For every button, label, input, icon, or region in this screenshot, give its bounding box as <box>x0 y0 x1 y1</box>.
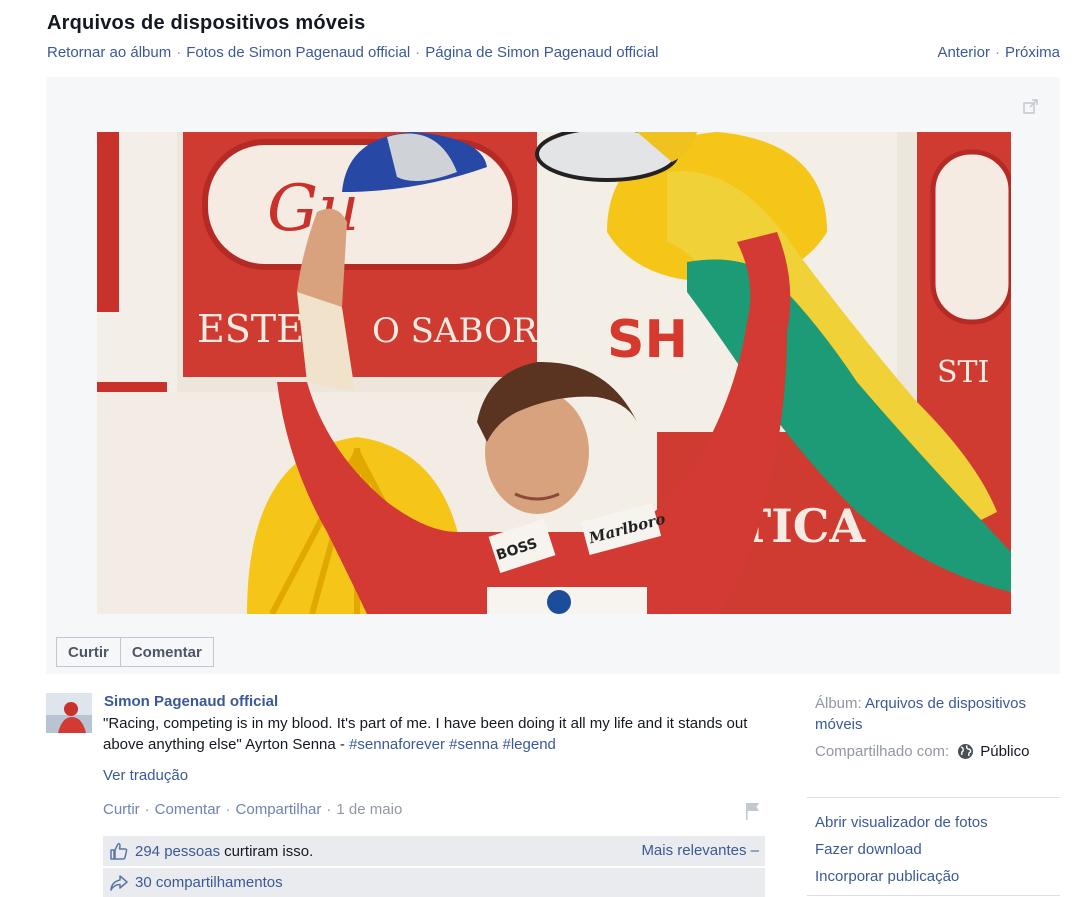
post-like-link[interactable]: Curtir <box>103 801 140 818</box>
share-arrow-icon <box>110 874 128 891</box>
breadcrumb: Retornar ao álbum · Fotos de Simon Pagenau… <box>47 44 659 61</box>
likes-text: curtiram isso. <box>224 842 314 860</box>
embed-post-link[interactable]: Incorporar publicação <box>815 867 988 894</box>
see-translation-link[interactable]: Ver tradução <box>103 767 188 784</box>
photo-image[interactable]: Gu ESTE O SABOR SH STI TICA BOSS Marlbor… <box>97 132 1011 614</box>
shares-count[interactable]: 30 compartilhamentos <box>135 874 283 891</box>
banner-text: O SABOR <box>372 311 539 351</box>
previous-photo-link[interactable]: Anterior <box>937 44 990 61</box>
post-date[interactable]: 1 de maio <box>336 801 402 818</box>
sidebar-divider <box>807 895 1060 896</box>
post-share-link[interactable]: Compartilhar <box>236 801 322 818</box>
sidebar-links: Abrir visualizador de fotos Fazer downlo… <box>815 813 988 894</box>
meta-separator: · <box>326 801 332 818</box>
breadcrumb-photos-of-page[interactable]: Fotos de Simon Pagenaud official <box>186 44 410 61</box>
breadcrumb-separator: · <box>415 44 421 61</box>
caption-hashtags[interactable]: #sennaforever #senna #legend <box>349 736 556 753</box>
audience-info: Compartilhado com: Público <box>815 743 1029 760</box>
sort-most-relevant[interactable]: Mais relevantes – <box>641 842 759 859</box>
meta-separator: · <box>144 801 150 818</box>
banner-text: SH <box>607 310 688 370</box>
breadcrumb-separator: · <box>176 44 182 61</box>
open-photo-viewer-link[interactable]: Abrir visualizador de fotos <box>815 813 988 840</box>
audience-value[interactable]: Público <box>980 743 1029 760</box>
likes-summary: 294 pessoas curtiram isso. Mais relevant… <box>103 836 765 866</box>
album-label: Álbum: <box>815 695 862 712</box>
shares-summary: 30 compartilhamentos <box>103 868 765 897</box>
globe-icon <box>958 744 974 759</box>
sidebar-divider <box>807 797 1060 798</box>
expand-icon[interactable] <box>1022 97 1040 115</box>
post-meta: Curtir · Comentar · Compartilhar · 1 de maio <box>103 801 402 818</box>
meta-separator: · <box>225 801 231 818</box>
photo-actions: Curtir Comentar <box>56 637 214 667</box>
breadcrumb-back-to-album[interactable]: Retornar ao álbum <box>47 44 171 61</box>
avatar[interactable] <box>46 693 92 733</box>
pager-separator: · <box>994 44 1000 61</box>
like-button[interactable]: Curtir <box>56 637 121 667</box>
thumbs-up-icon <box>110 843 128 860</box>
banner-text: ESTE <box>197 307 304 351</box>
next-photo-link[interactable]: Próxima <box>1005 44 1060 61</box>
banner-text: STI <box>937 355 989 390</box>
likes-count[interactable]: 294 pessoas <box>135 843 220 860</box>
page-title: Arquivos de dispositivos móveis <box>47 12 366 34</box>
shared-with-label: Compartilhado com: <box>815 743 950 760</box>
comment-button[interactable]: Comentar <box>120 637 214 667</box>
post-author[interactable]: Simon Pagenaud official <box>104 693 278 710</box>
photo-pager: Anterior · Próxima <box>937 44 1060 61</box>
breadcrumb-page[interactable]: Página de Simon Pagenaud official <box>425 44 658 61</box>
flag-icon[interactable] <box>744 801 762 821</box>
download-link[interactable]: Fazer download <box>815 840 988 867</box>
photo-stage: Gu ESTE O SABOR SH STI TICA BOSS Marlbor… <box>46 77 1060 674</box>
post-caption: "Racing, competing is in my blood. It's … <box>103 713 763 755</box>
album-info: Álbum: Arquivos de dispositivos móveis <box>815 693 1055 735</box>
post-comment-link[interactable]: Comentar <box>155 801 221 818</box>
